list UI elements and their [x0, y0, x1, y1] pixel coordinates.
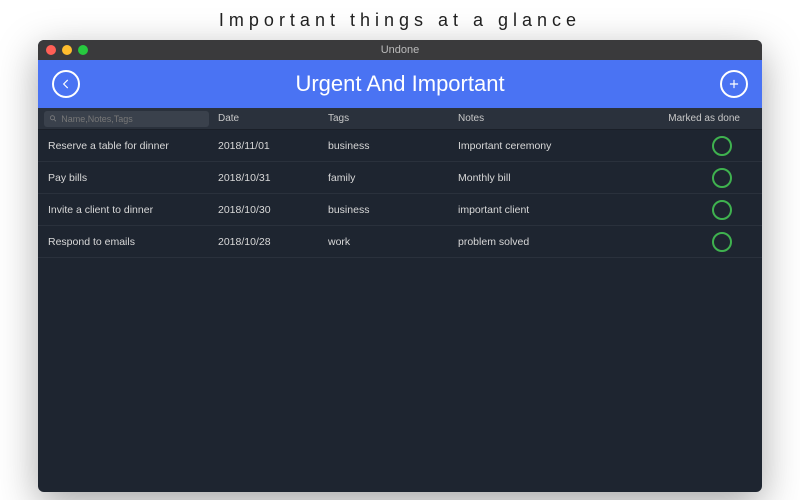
table-header: Date Tags Notes Marked as done: [38, 108, 762, 130]
cell-date: 2018/10/28: [218, 236, 328, 248]
app-caption: Important things at a glance: [0, 0, 800, 39]
mark-done-button[interactable]: [712, 200, 732, 220]
cell-tags: business: [328, 140, 458, 152]
mark-done-button[interactable]: [712, 136, 732, 156]
cell-done: [638, 168, 762, 188]
column-date-header[interactable]: Date: [218, 113, 328, 124]
column-name: [38, 111, 218, 127]
column-notes-header[interactable]: Notes: [458, 113, 638, 124]
cell-notes: important client: [458, 204, 638, 216]
cell-tags: business: [328, 204, 458, 216]
search-field-wrap[interactable]: [44, 111, 209, 127]
cell-date: 2018/10/30: [218, 204, 328, 216]
column-tags-header[interactable]: Tags: [328, 113, 458, 124]
cell-done: [638, 136, 762, 156]
arrow-left-icon: [59, 77, 73, 91]
search-input[interactable]: [61, 114, 204, 124]
table-row[interactable]: Reserve a table for dinner 2018/11/01 bu…: [38, 130, 762, 162]
table-body: Reserve a table for dinner 2018/11/01 bu…: [38, 130, 762, 492]
cell-name: Pay bills: [38, 172, 218, 184]
app-window: Undone Urgent And Important Date Tags No…: [38, 40, 762, 492]
window-titlebar: Undone: [38, 40, 762, 60]
cell-done: [638, 200, 762, 220]
header-bar: Urgent And Important: [38, 60, 762, 108]
table-row[interactable]: Pay bills 2018/10/31 family Monthly bill: [38, 162, 762, 194]
back-button[interactable]: [52, 70, 80, 98]
cell-tags: work: [328, 236, 458, 248]
cell-tags: family: [328, 172, 458, 184]
table-row[interactable]: Respond to emails 2018/10/28 work proble…: [38, 226, 762, 258]
mark-done-button[interactable]: [712, 168, 732, 188]
cell-name: Invite a client to dinner: [38, 204, 218, 216]
cell-notes: Important ceremony: [458, 140, 638, 152]
column-done-header[interactable]: Marked as done: [638, 113, 762, 124]
cell-name: Reserve a table for dinner: [38, 140, 218, 152]
cell-date: 2018/11/01: [218, 140, 328, 152]
table-row[interactable]: Invite a client to dinner 2018/10/30 bus…: [38, 194, 762, 226]
plus-icon: [727, 77, 741, 91]
mark-done-button[interactable]: [712, 232, 732, 252]
cell-notes: problem solved: [458, 236, 638, 248]
add-button[interactable]: [720, 70, 748, 98]
cell-done: [638, 232, 762, 252]
window-title: Undone: [38, 44, 762, 56]
cell-name: Respond to emails: [38, 236, 218, 248]
page-title: Urgent And Important: [295, 71, 504, 97]
cell-date: 2018/10/31: [218, 172, 328, 184]
search-icon: [49, 114, 57, 123]
cell-notes: Monthly bill: [458, 172, 638, 184]
